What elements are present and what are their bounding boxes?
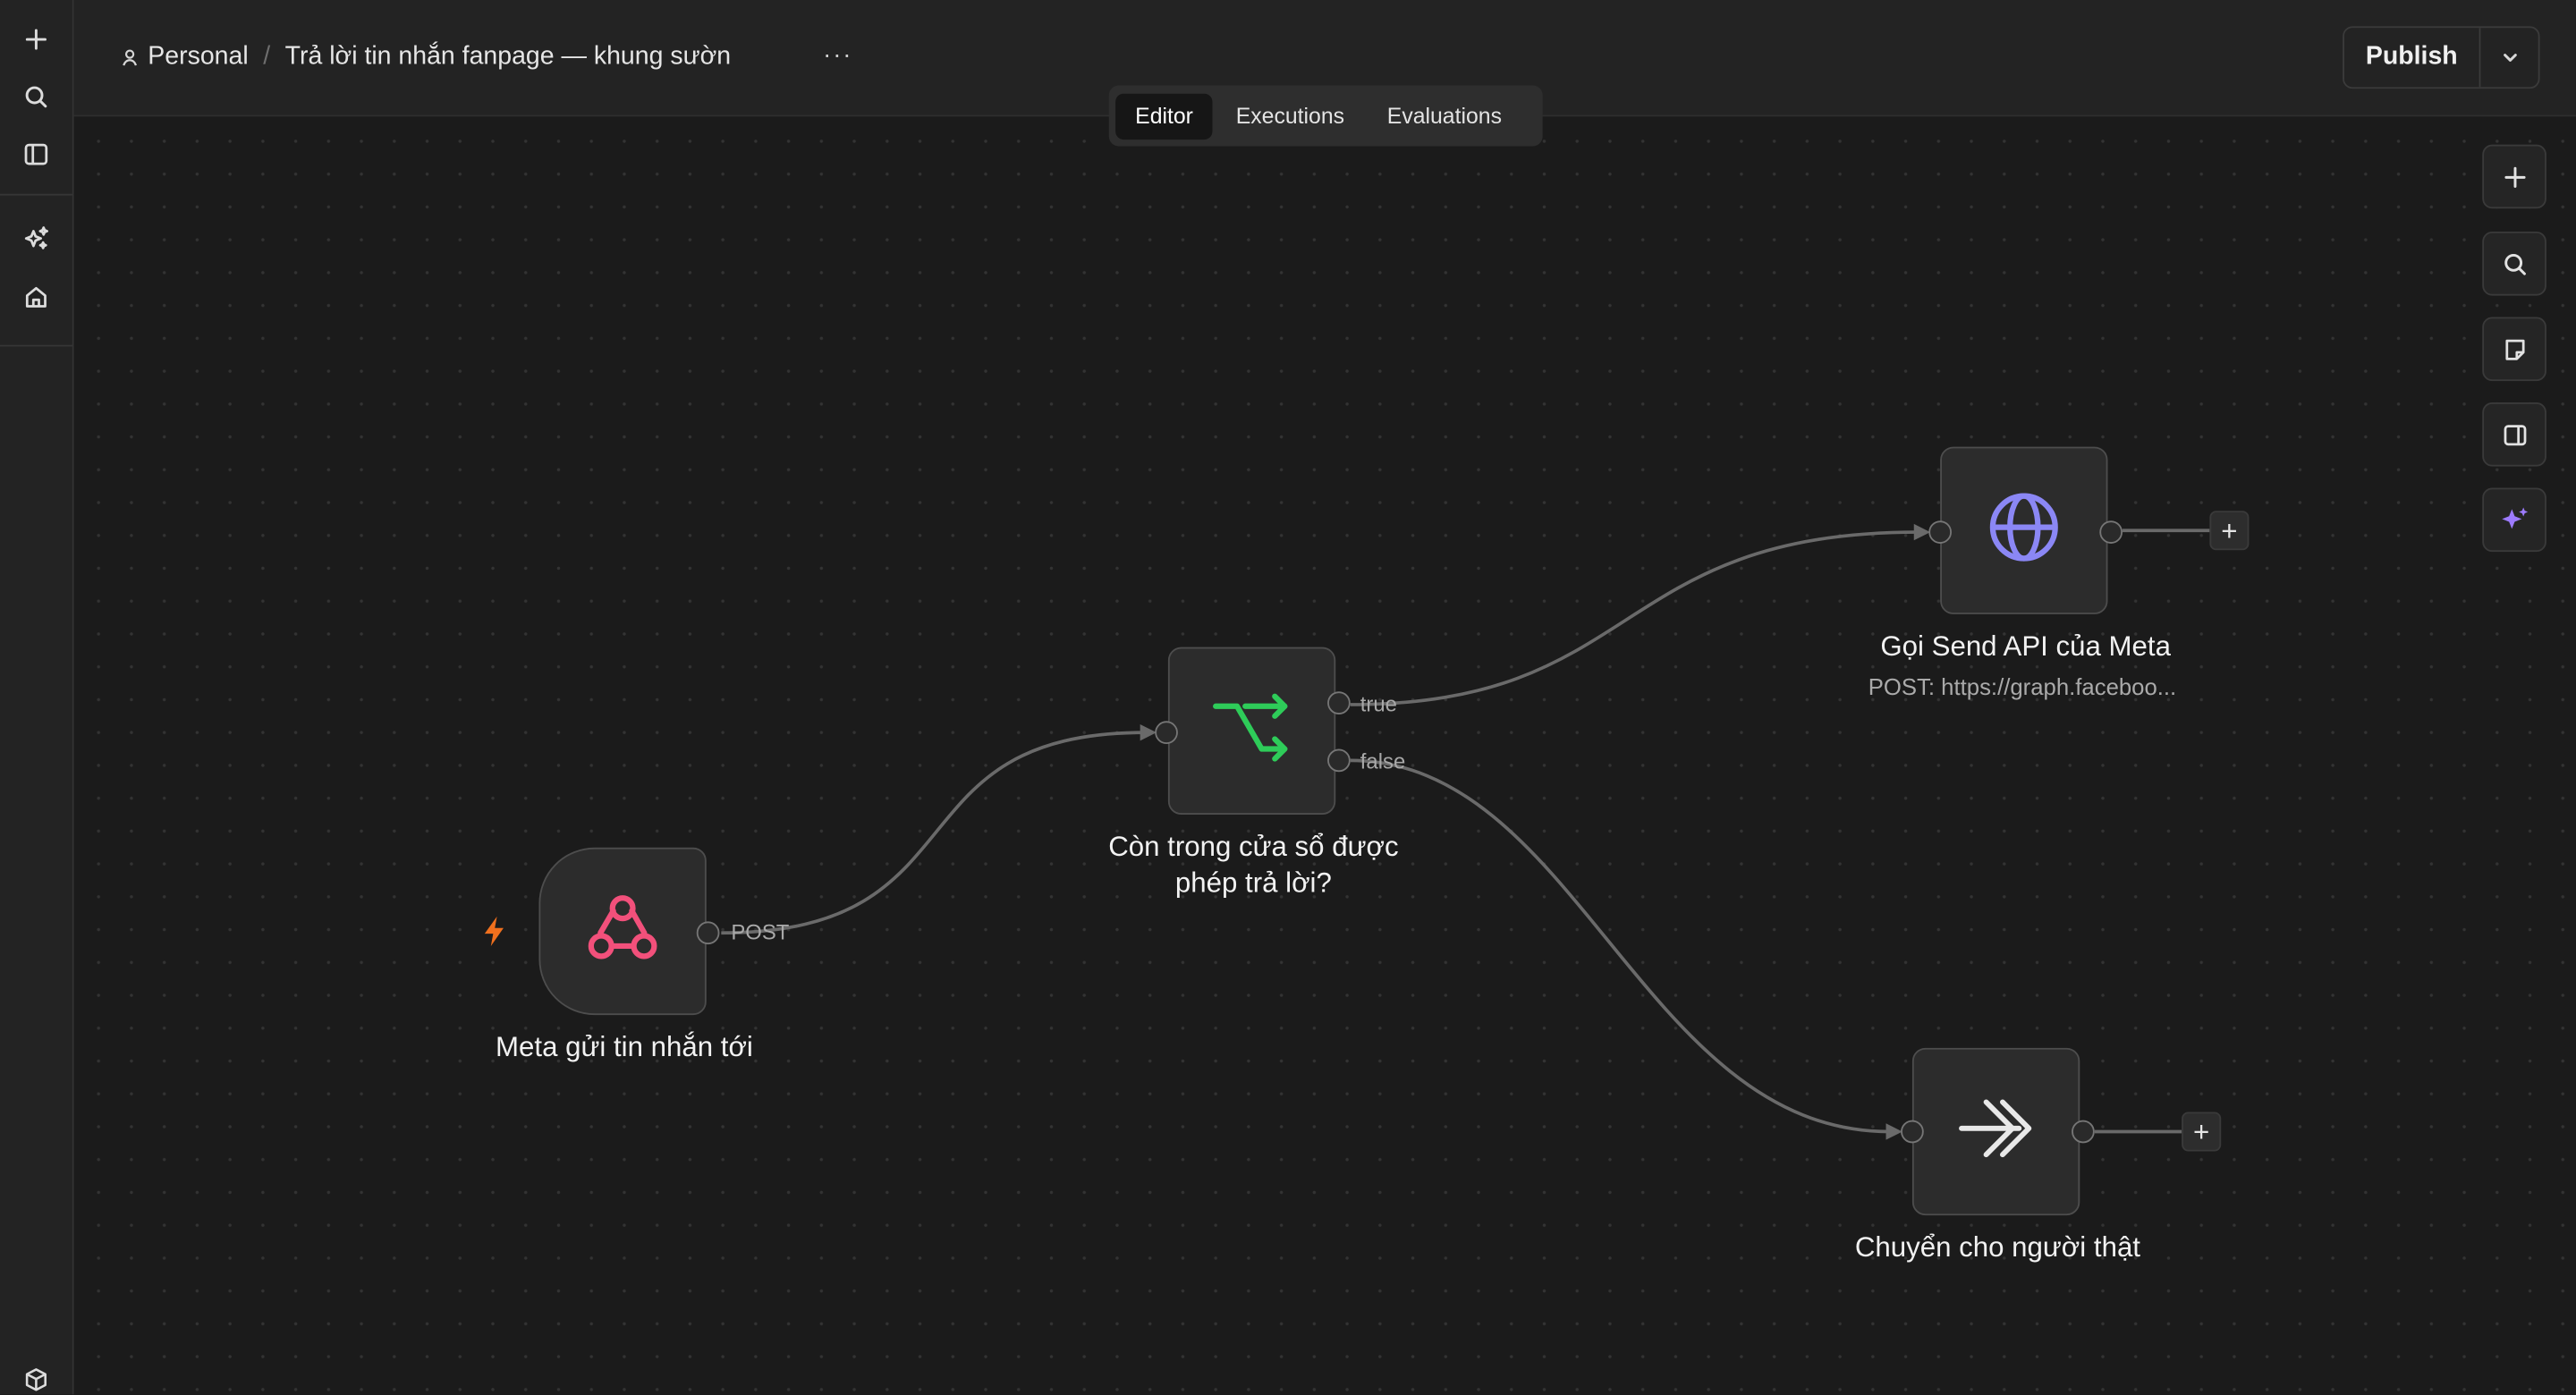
output-handle-handoff[interactable] (2072, 1120, 2095, 1144)
breadcrumb-project[interactable]: Personal (148, 43, 248, 72)
breadcrumb: Personal / Trả lời tin nhắn fanpage — kh… (120, 41, 731, 74)
sidebar-divider (0, 344, 72, 347)
user-icon (120, 47, 140, 67)
output-handle-true[interactable] (1327, 691, 1351, 714)
node-title-webhook: Meta gửi tin nhắn tới (496, 1031, 753, 1063)
input-handle-if[interactable] (1155, 721, 1178, 745)
input-handle-handoff[interactable] (1901, 1120, 1924, 1144)
tab-executions[interactable]: Executions (1216, 93, 1364, 139)
workflow-editor-app: Personal / Trả lời tin nhắn fanpage — kh… (0, 0, 2576, 1395)
view-tabs: Editor Executions Evaluations (1108, 85, 1543, 147)
node-if[interactable] (1167, 647, 1336, 816)
more-options-button[interactable]: ··· (820, 36, 856, 72)
publish-button[interactable]: Publish (2343, 28, 2479, 88)
handle-label-true: true (1360, 691, 1397, 716)
node-title-if: Còn trong cửa sổ được phép trả lời? (1108, 831, 1399, 899)
plus-icon[interactable] (13, 16, 59, 62)
add-node-button[interactable]: + (2209, 511, 2250, 551)
node-webhook[interactable] (538, 847, 707, 1016)
search-icon[interactable] (2482, 231, 2546, 296)
chevron-down-icon[interactable] (2479, 28, 2538, 88)
left-sidebar (0, 0, 74, 1395)
sparkles-icon[interactable] (13, 216, 59, 261)
output-handle-false[interactable] (1327, 748, 1351, 773)
add-node-button[interactable]: + (2182, 1112, 2222, 1152)
sidebar-divider (0, 193, 72, 196)
handle-label-false: false (1360, 748, 1406, 774)
node-title-handoff: Chuyển cho người thật (1854, 1231, 2140, 1264)
tab-evaluations[interactable]: Evaluations (1368, 93, 1521, 139)
double-arrow-icon (1957, 1095, 2036, 1169)
input-handle-http[interactable] (1928, 520, 1952, 544)
panel-icon[interactable] (13, 131, 59, 177)
node-subtitle-http: POST: https://graph.faceboo... (1868, 673, 2177, 700)
publish-button-group: Publish (2343, 26, 2540, 89)
tab-editor[interactable]: Editor (1115, 92, 1214, 140)
box-icon[interactable] (13, 1357, 59, 1394)
panel-toggle-icon[interactable] (2482, 402, 2546, 467)
handle-label-post: POST (731, 919, 790, 945)
trigger-bolt-icon (479, 915, 509, 948)
search-icon[interactable] (13, 74, 59, 120)
node-handoff[interactable] (1911, 1047, 2080, 1216)
output-handle-http[interactable] (2099, 520, 2123, 544)
home-icon[interactable] (13, 275, 59, 320)
sticky-note-icon[interactable] (2482, 317, 2546, 382)
workflow-name[interactable]: Trả lời tin nhắn fanpage — khung sườn (285, 43, 731, 72)
output-handle-post[interactable] (696, 921, 720, 945)
if-branch-icon (1211, 690, 1293, 771)
webhook-icon (583, 890, 662, 974)
node-http-request[interactable] (1940, 446, 2108, 614)
globe-icon (1987, 488, 2062, 572)
zoom-in-icon[interactable] (2482, 144, 2546, 209)
breadcrumb-separator: / (263, 42, 271, 71)
node-title-http: Gọi Send API của Meta (1880, 630, 2171, 663)
ai-sparkle-icon[interactable] (2482, 487, 2546, 553)
